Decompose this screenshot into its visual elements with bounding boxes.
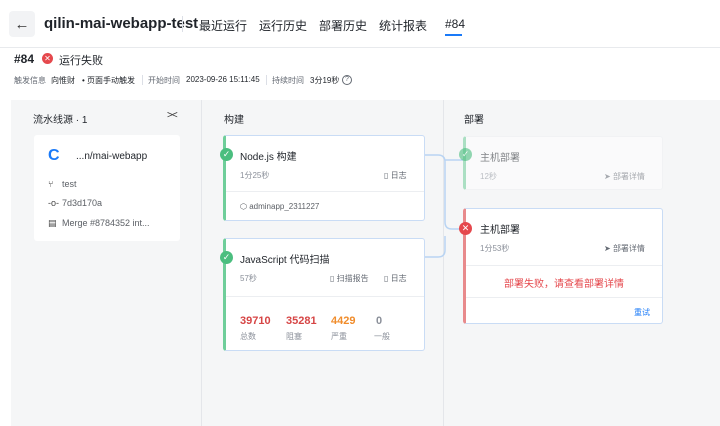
success-icon: ✓ [220,251,233,264]
deploy-detail-link[interactable]: ➤ 部署详情 [604,243,645,254]
divider [466,297,662,298]
artifact[interactable]: ⬡ adminapp_2311227 [240,202,319,211]
job-duration: 1分25秒 [240,171,270,180]
stat-blocker-value: 35281 [286,315,317,327]
deploy-job-host-1[interactable]: 主机部署 12秒 ➤ 部署详情 [463,136,663,190]
stat-critical-label: 严重 [331,332,347,341]
success-icon: ✓ [459,148,472,161]
log-link[interactable]: ▯ 日志 [384,170,407,181]
job-name: Node.js 构建 [240,152,297,163]
send-icon: ➤ [604,172,613,181]
job-duration: 57秒 [240,274,257,283]
stat-total-value: 39710 [240,315,271,327]
job-name: 主机部署 [480,225,520,236]
job-name: JavaScript 代码扫描 [240,255,330,266]
deploy-detail-link[interactable]: ➤ 部署详情 [604,171,645,182]
package-icon: ⬡ [240,202,250,211]
report-icon: ▯ [330,274,337,283]
stat-normal-value: 0 [376,315,383,327]
log-link[interactable]: ▯ 日志 [384,273,407,284]
job-duration: 1分53秒 [480,244,510,253]
stat-total-label: 总数 [240,332,256,341]
retry-button[interactable]: 重试 [634,307,650,318]
job-name: 主机部署 [480,153,520,164]
stat-normal-label: 一般 [374,332,390,341]
deploy-fail-message: 部署失败，请查看部署详情 [504,279,624,290]
build-job-nodejs[interactable]: Node.js 构建 1分25秒 ▯ 日志 ⬡ adminapp_2311227 [223,135,425,221]
build-job-js-scan[interactable]: JavaScript 代码扫描 57秒 ▯ 扫描报告 ▯ 日志 39710 总数… [223,238,425,351]
stat-blocker-label: 阻塞 [286,332,302,341]
log-icon: ▯ [384,171,391,180]
success-icon: ✓ [220,148,233,161]
divider [226,191,424,192]
fail-icon: ✕ [459,222,472,235]
scan-report-link[interactable]: ▯ 扫描报告 [330,273,369,284]
stat-critical-value: 4429 [331,315,356,327]
send-icon: ➤ [604,244,613,253]
divider [226,296,424,297]
log-icon: ▯ [384,274,391,283]
deploy-job-host-2[interactable]: 主机部署 1分53秒 ➤ 部署详情 部署失败，请查看部署详情 重试 [463,208,663,324]
divider [466,265,662,266]
job-duration: 12秒 [480,172,497,181]
